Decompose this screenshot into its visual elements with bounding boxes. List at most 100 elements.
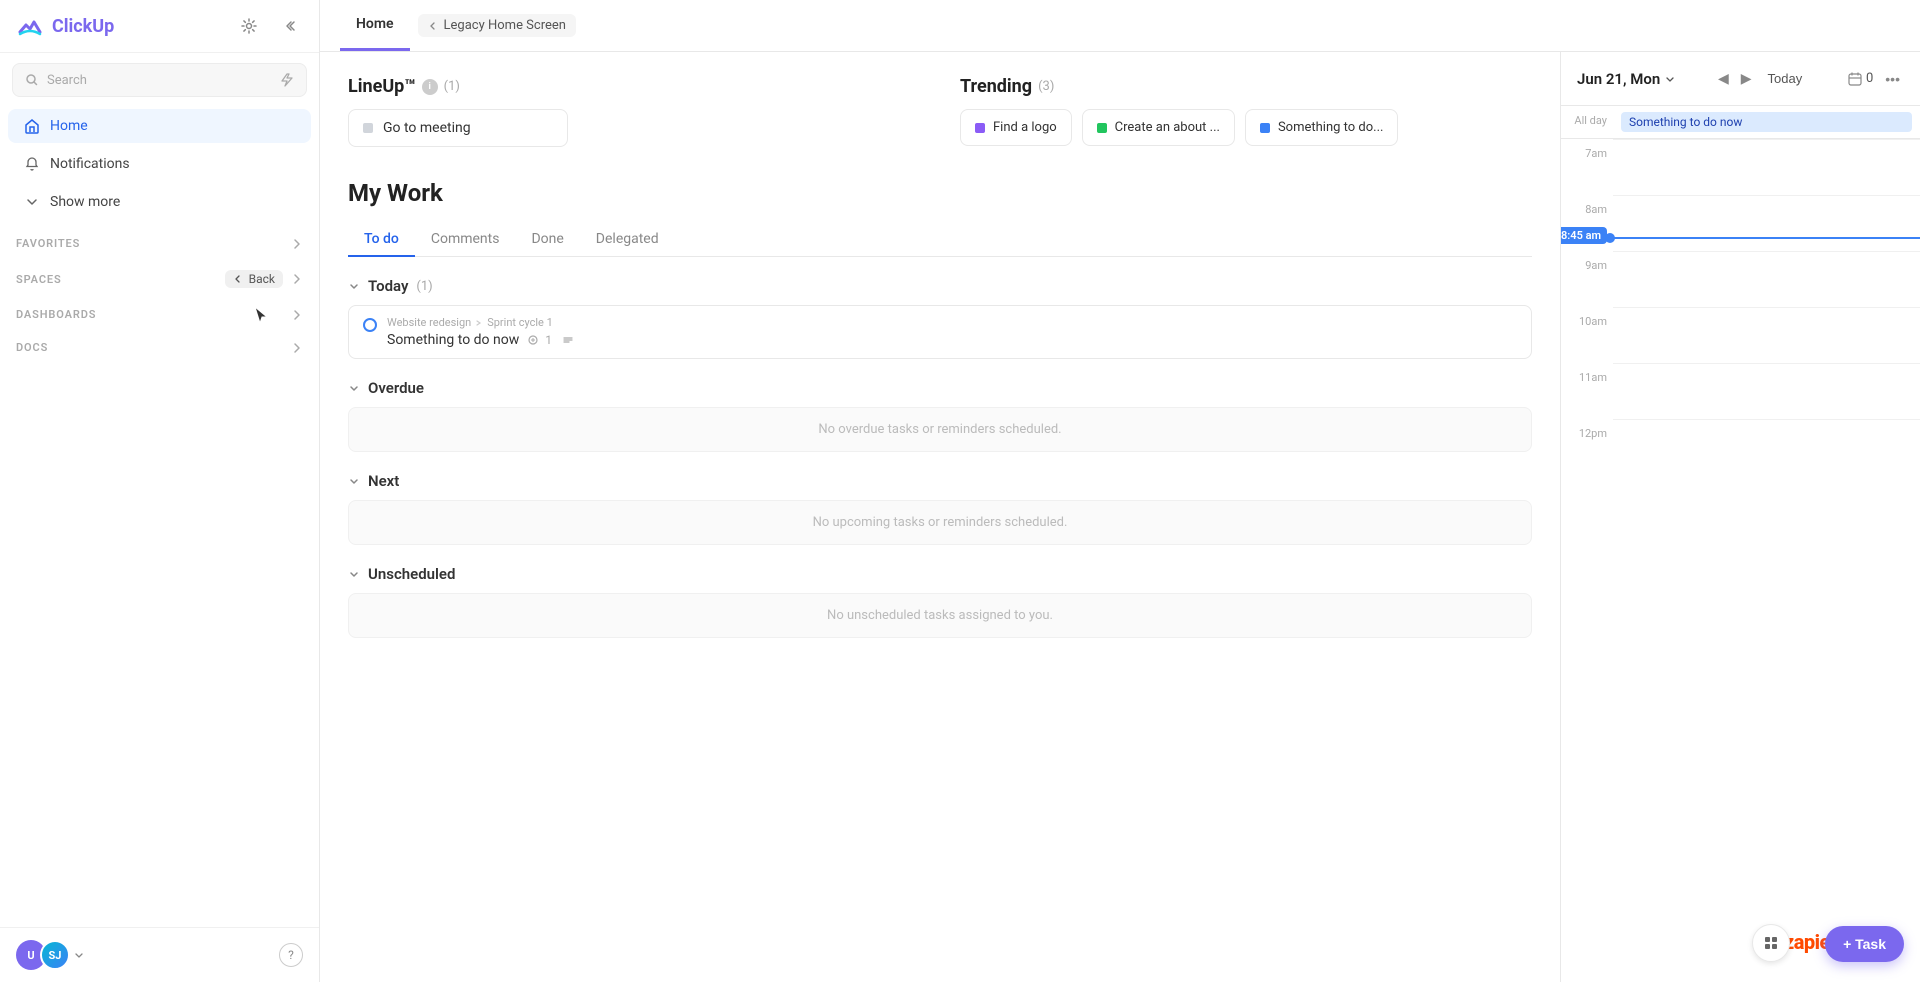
trending-card-1[interactable]: Create an about ... <box>1082 109 1235 146</box>
time-content-8am: 8:45 am <box>1613 195 1920 251</box>
add-task-fab[interactable]: + Task <box>1825 926 1904 962</box>
trending-dot-1 <box>1097 123 1107 133</box>
grid-icon <box>1763 935 1779 951</box>
sidebar-item-show-more[interactable]: Show more <box>8 185 311 219</box>
chevron-right-icon-spaces <box>291 273 303 285</box>
next-header[interactable]: Next <box>348 472 1532 490</box>
current-time-dot <box>1605 233 1615 243</box>
overdue-empty: No overdue tasks or reminders scheduled. <box>348 407 1532 452</box>
logo[interactable]: ClickUp <box>16 12 114 40</box>
work-tab-delegated[interactable]: Delegated <box>580 223 675 257</box>
trending-section: Trending (3) Find a logo Create an about… <box>960 76 1532 147</box>
grid-view-button[interactable] <box>1752 924 1790 962</box>
cal-today-button[interactable]: Today <box>1760 67 1811 90</box>
my-work-title: My Work <box>348 179 1532 207</box>
work-tab-done[interactable]: Done <box>515 223 579 257</box>
cal-more-options-button[interactable]: ••• <box>1881 67 1904 91</box>
collapse-sidebar-button[interactable] <box>275 12 303 40</box>
settings-button[interactable] <box>235 12 263 40</box>
time-label-9am: 9am <box>1561 251 1613 280</box>
sidebar-header: ClickUp <box>0 0 319 53</box>
avatar-sj: SJ <box>40 940 70 970</box>
favorites-label: FAVORITES <box>16 237 80 250</box>
lineup-trending-section: LineUp™ i (1) Go to meeting Trending (3) <box>348 76 1532 147</box>
current-time-label: 8:45 am <box>1561 227 1607 244</box>
sidebar-item-notifications-label: Notifications <box>50 156 130 172</box>
next-section: Next No upcoming tasks or reminders sche… <box>348 472 1532 545</box>
work-tab-todo[interactable]: To do <box>348 223 415 257</box>
trending-cards: Find a logo Create an about ... Somethin… <box>960 109 1532 146</box>
sidebar-section-docs[interactable]: DOCS <box>0 325 319 358</box>
trending-card-0[interactable]: Find a logo <box>960 109 1072 146</box>
trending-label-2: Something to do... <box>1278 120 1384 135</box>
lineup-task-card[interactable]: Go to meeting <box>348 109 568 147</box>
time-content-11am <box>1613 363 1920 419</box>
calendar-header: Jun 21, Mon ◀ ▶ Today <box>1561 52 1920 106</box>
cal-next-button[interactable]: ▶ <box>1737 66 1756 91</box>
allday-label: All day <box>1561 106 1613 138</box>
dashboards-label: DASHBOARDS <box>16 308 96 321</box>
flash-icon <box>278 72 294 88</box>
sidebar-item-home-label: Home <box>50 118 88 134</box>
current-time-indicator: 8:45 am <box>1613 237 1920 239</box>
task-checkbox-0[interactable] <box>363 318 377 332</box>
collapse-overdue-icon <box>348 382 360 394</box>
timeslot-9am: 9am <box>1561 251 1920 307</box>
lineup-task-label: Go to meeting <box>383 120 471 136</box>
sidebar-section-favorites[interactable]: FAVORITES <box>0 221 319 254</box>
trending-card-2[interactable]: Something to do... <box>1245 109 1399 146</box>
work-tab-comments[interactable]: Comments <box>415 223 516 257</box>
sidebar-section-spaces[interactable]: SPACES Back <box>0 254 319 292</box>
search-icon <box>25 73 39 87</box>
chevron-right-icon-docs <box>291 342 303 354</box>
time-label-10am: 10am <box>1561 307 1613 336</box>
allday-event[interactable]: Something to do now <box>1621 112 1912 132</box>
app-name: ClickUp <box>52 16 114 37</box>
sidebar-item-notifications[interactable]: Notifications <box>8 147 311 181</box>
lineup-info-icon[interactable]: i <box>422 79 438 95</box>
cal-prev-button[interactable]: ◀ <box>1714 66 1733 91</box>
spaces-label: SPACES <box>16 273 62 286</box>
tab-home[interactable]: Home <box>340 0 410 51</box>
search-placeholder: Search <box>47 73 270 88</box>
trending-count: (3) <box>1038 79 1054 94</box>
next-empty: No upcoming tasks or reminders scheduled… <box>348 500 1532 545</box>
cal-calendar-icon <box>1848 72 1862 86</box>
back-arrow-icon <box>233 274 243 284</box>
trending-title: Trending (3) <box>960 76 1532 97</box>
timeslot-7am: 7am <box>1561 139 1920 195</box>
chevron-down-icon <box>24 194 40 210</box>
timeslot-12pm: 12pm <box>1561 419 1920 475</box>
breadcrumb-parent: Website redesign <box>387 316 471 329</box>
lineup-section: LineUp™ i (1) Go to meeting <box>348 76 960 147</box>
unscheduled-header[interactable]: Unscheduled <box>348 565 1532 583</box>
trending-dot-0 <box>975 123 985 133</box>
breadcrumb-child: Sprint cycle 1 <box>487 316 553 329</box>
lineup-count: (1) <box>444 79 460 94</box>
bell-icon <box>24 156 40 172</box>
collapse-today-icon <box>348 280 360 292</box>
today-title: Today <box>368 277 408 295</box>
tab-legacy-home[interactable]: Legacy Home Screen <box>418 14 576 37</box>
time-content-9am <box>1613 251 1920 307</box>
today-header[interactable]: Today (1) <box>348 277 1532 295</box>
overdue-header[interactable]: Overdue <box>348 379 1532 397</box>
unscheduled-title: Unscheduled <box>368 565 455 583</box>
task-item-0[interactable]: Website redesign Sprint cycle 1 Somethin… <box>348 305 1532 359</box>
search-bar[interactable]: Search <box>12 63 307 97</box>
sidebar-item-home[interactable]: Home <box>8 109 311 143</box>
sidebar-section-dashboards[interactable]: DASHBOARDS <box>0 292 319 325</box>
time-label-12pm: 12pm <box>1561 419 1613 448</box>
today-count: (1) <box>416 279 432 294</box>
unscheduled-empty: No unscheduled tasks assigned to you. <box>348 593 1532 638</box>
avatar-group[interactable]: U SJ <box>16 940 84 970</box>
dropdown-icon <box>74 950 84 960</box>
allday-event-col: Something to do now <box>1613 106 1920 138</box>
help-button[interactable]: ? <box>279 943 303 967</box>
spaces-back-button[interactable]: Back <box>225 270 283 288</box>
time-content-10am <box>1613 307 1920 363</box>
calendar-date[interactable]: Jun 21, Mon <box>1577 70 1676 88</box>
work-tabs: To do Comments Done Delegated <box>348 223 1532 257</box>
sidebar-item-show-more-label: Show more <box>50 194 120 210</box>
calendar-allday-row: All day Something to do now <box>1561 106 1920 139</box>
